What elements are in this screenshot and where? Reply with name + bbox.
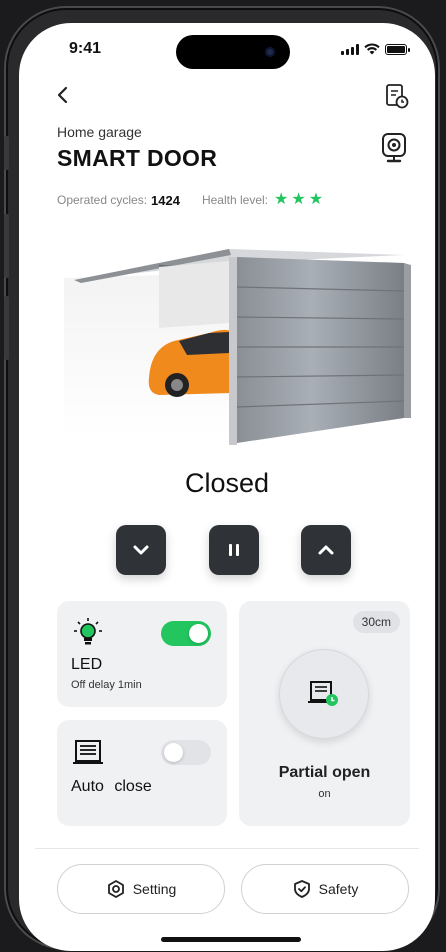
star-icon: ★ [291,191,306,208]
led-card: LED Off delay 1min [57,601,227,707]
battery-icon [385,43,410,55]
distance-badge: 30cm [352,611,400,633]
setting-button[interactable]: Setting [57,864,225,914]
shield-check-icon [293,880,310,898]
auto-close-toggle[interactable] [161,740,211,765]
led-subtitle: Off delay 1min [71,679,142,691]
divider [35,848,419,849]
phone-frame: 9:41 Home garage SMART DOOR Operated cyc… [4,6,440,951]
status-icons [341,43,410,55]
led-title: LED [71,656,103,673]
auto-close-title: Auto close [71,778,152,795]
meta-row: Operated cycles: 1424 Health level: ★ ★ ★ [57,192,323,208]
chevron-left-icon[interactable] [53,85,73,105]
partial-open-button[interactable] [279,649,369,739]
volume-down-button [4,296,9,360]
door-state-label: Closed [184,468,270,498]
safety-button[interactable]: Safety [241,864,409,914]
garage-location-label: Home garage [57,124,142,140]
health-stars: ★ ★ ★ [274,192,323,208]
garage-timer-icon [308,681,338,706]
led-toggle[interactable] [161,621,211,646]
cellular-signal-icon [341,43,359,55]
document-clock-icon[interactable] [385,83,409,109]
camera-icon[interactable] [381,132,407,164]
chevron-up-icon [318,545,334,555]
star-icon: ★ [274,191,289,208]
status-time: 9:41 [69,40,102,57]
pause-icon [229,544,239,556]
volume-up-button [4,214,9,278]
dynamic-island [176,35,290,69]
auto-close-card: Auto close [57,720,227,826]
partial-open-card: 30cm Partial open on [239,601,410,826]
hexagon-gear-icon [107,880,124,898]
setting-label: Setting [132,881,177,897]
partial-open-status: on [318,788,331,800]
front-camera-icon [265,47,275,57]
screen: 9:41 Home garage SMART DOOR Operated cyc… [19,23,435,951]
partial-open-title: Partial open [278,764,371,781]
cycles-label: Operated cycles: [57,193,148,207]
cycles-value: 1424 [151,192,180,208]
star-icon: ★ [308,191,324,208]
wifi-icon [364,43,380,55]
bulb-icon [74,618,102,645]
garage-door-illustration [64,249,411,445]
toggle-knob [189,624,208,643]
pause-door-button[interactable] [209,525,259,575]
health-label: Health level: [201,193,269,207]
home-indicator[interactable] [161,937,301,942]
chevron-down-icon [133,545,149,555]
action-button [4,136,9,170]
close-door-button[interactable] [116,525,166,575]
safety-label: Safety [318,881,359,897]
open-door-button[interactable] [301,525,351,575]
garage-gate-icon [73,740,103,764]
page-title: SMART DOOR [57,145,218,171]
toggle-knob [164,743,183,762]
